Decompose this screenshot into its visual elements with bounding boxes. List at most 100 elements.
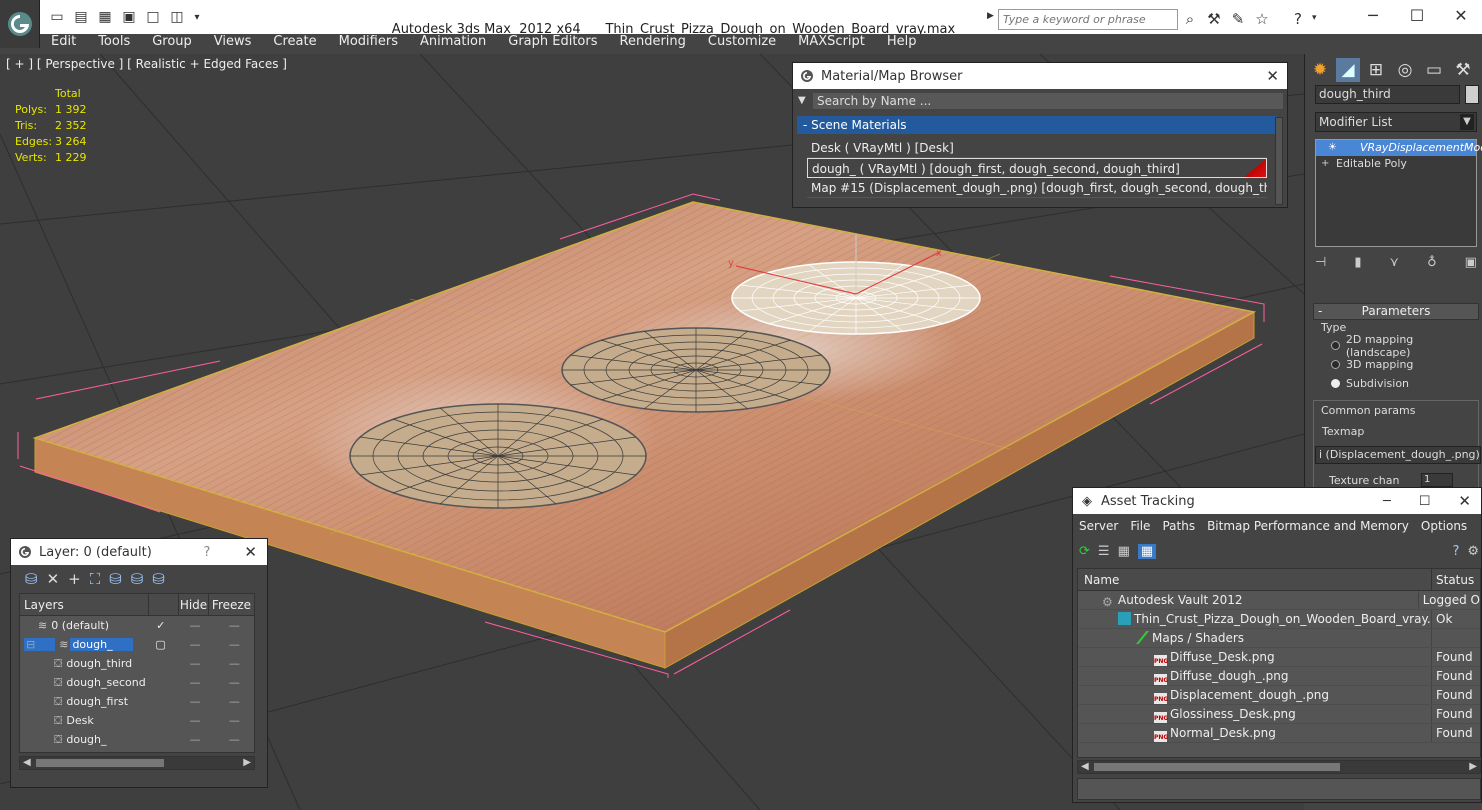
hide-toggle[interactable]: — bbox=[175, 635, 214, 654]
open-icon[interactable]: ▤ bbox=[72, 8, 90, 26]
object-row[interactable]: ⛋ dough_ — — bbox=[20, 730, 254, 749]
new-icon[interactable]: ▭ bbox=[48, 8, 66, 26]
column-name[interactable]: Name bbox=[1078, 569, 1432, 590]
menu-animation[interactable]: Animation bbox=[409, 34, 497, 51]
stack-item-editable-poly[interactable]: + Editable Poly bbox=[1316, 156, 1476, 172]
save-icon[interactable]: ▦ bbox=[96, 8, 114, 26]
menu-modifiers[interactable]: Modifiers bbox=[328, 34, 409, 51]
radio-button[interactable] bbox=[1331, 341, 1340, 350]
menu-edit[interactable]: Edit bbox=[40, 34, 87, 51]
close-icon[interactable]: ✕ bbox=[1266, 67, 1279, 85]
object-row[interactable]: ⛋ dough_second — — bbox=[20, 673, 254, 692]
layer-row[interactable]: ⊟ ≋ dough_ ▢ — — bbox=[20, 635, 254, 654]
table-view-icon[interactable]: ▦ bbox=[1137, 543, 1157, 559]
binoculars-icon[interactable]: ⌕ bbox=[1180, 9, 1200, 29]
menu-server[interactable]: Server bbox=[1073, 519, 1124, 533]
freeze-toggle[interactable]: — bbox=[215, 673, 254, 692]
pin-stack-icon[interactable]: ⊣ bbox=[1315, 255, 1326, 273]
lightbulb-icon[interactable]: ☀ bbox=[1328, 140, 1337, 156]
layer-horizontal-scrollbar[interactable]: ◀ ▶ bbox=[19, 756, 255, 770]
list-view-icon[interactable]: ☰ bbox=[1098, 544, 1110, 559]
texture-channel-spinner[interactable]: 1 bbox=[1421, 473, 1453, 487]
menu-customize[interactable]: Customize bbox=[697, 34, 787, 51]
material-row-desk[interactable]: Desk ( VRayMtl ) [Desk] bbox=[807, 138, 1267, 158]
layer-manager-titlebar[interactable]: Layer: 0 (default) ? ✕ bbox=[11, 539, 267, 565]
refresh-icon[interactable]: ⟳ bbox=[1079, 544, 1090, 559]
texmap-button[interactable]: i (Displacement_dough_.png) bbox=[1315, 446, 1481, 464]
asset-row[interactable]: PNG Diffuse_Desk.png Found bbox=[1078, 648, 1480, 667]
show-end-result-icon[interactable]: ▮ bbox=[1354, 255, 1361, 273]
menu-views[interactable]: Views bbox=[203, 34, 263, 51]
column-freeze[interactable]: Freeze bbox=[208, 594, 254, 615]
app-logo-icon[interactable] bbox=[0, 0, 40, 48]
undo-icon[interactable]: □ bbox=[144, 8, 162, 26]
communication-icon[interactable]: ✎ bbox=[1228, 9, 1248, 29]
close-icon[interactable]: ✕ bbox=[1446, 5, 1476, 25]
display-tab-icon[interactable]: ▭ bbox=[1422, 58, 1446, 82]
maximize-icon[interactable]: ☐ bbox=[1402, 5, 1432, 25]
hide-all-layers-icon[interactable]: ⛁ bbox=[131, 570, 144, 588]
hide-toggle[interactable]: — bbox=[176, 711, 215, 730]
menu-options[interactable]: Options bbox=[1415, 519, 1473, 533]
freeze-toggle[interactable]: — bbox=[215, 635, 254, 654]
set-current-layer-icon[interactable]: ▢ bbox=[146, 635, 175, 654]
menu-bitmap-performance[interactable]: Bitmap Performance and Memory bbox=[1201, 519, 1415, 533]
maximize-icon[interactable]: ☐ bbox=[1419, 494, 1431, 509]
material-browser-titlebar[interactable]: Material/Map Browser ✕ bbox=[793, 63, 1287, 89]
radio-button[interactable] bbox=[1331, 360, 1340, 369]
asset-row[interactable]: PNG Displacement_dough_.png Found bbox=[1078, 686, 1480, 705]
column-layers[interactable]: Layers bbox=[20, 594, 148, 615]
delete-layer-icon[interactable]: ✕ bbox=[47, 570, 60, 588]
object-row[interactable]: ⛋ dough_first — — bbox=[20, 692, 254, 711]
hide-toggle[interactable]: — bbox=[176, 654, 215, 673]
layer-row[interactable]: ≋ 0 (default) ✓ — — bbox=[20, 616, 254, 635]
material-row-map15[interactable]: Map #15 (Displacement_dough_.png) [dough… bbox=[807, 178, 1267, 198]
modifier-list-dropdown[interactable]: Modifier List ▼ bbox=[1315, 112, 1477, 132]
scroll-left-icon[interactable]: ◀ bbox=[23, 757, 31, 768]
menu-create[interactable]: Create bbox=[262, 34, 327, 51]
menu-graph-editors[interactable]: Graph Editors bbox=[497, 34, 608, 51]
freeze-toggle[interactable]: — bbox=[215, 730, 254, 749]
menu-group[interactable]: Group bbox=[141, 34, 203, 51]
modify-tab-icon[interactable]: ◢ bbox=[1336, 58, 1360, 82]
current-layer-check-icon[interactable]: ✓ bbox=[146, 616, 175, 635]
object-row[interactable]: ⛋ Desk — — bbox=[20, 711, 254, 730]
help-dropdown-icon[interactable]: ▾ bbox=[1312, 13, 1317, 23]
material-row-dough[interactable]: dough_ ( VRayMtl ) [dough_first, dough_s… bbox=[807, 158, 1267, 178]
freeze-all-layers-icon[interactable]: ⛁ bbox=[152, 570, 165, 588]
quick-access-dropdown-icon[interactable]: ▾ bbox=[188, 8, 206, 26]
settings-icon[interactable]: ⚙ bbox=[1467, 544, 1479, 559]
utilities-tab-icon[interactable]: ⚒ bbox=[1451, 58, 1475, 82]
freeze-toggle[interactable]: — bbox=[215, 616, 254, 635]
material-browser-scrollbar[interactable] bbox=[1275, 117, 1283, 205]
subscription-icon[interactable]: ⚒ bbox=[1204, 9, 1224, 29]
menu-help[interactable]: Help bbox=[876, 34, 928, 51]
scroll-left-icon[interactable]: ◀ bbox=[1081, 761, 1089, 772]
thumbnail-view-icon[interactable]: ▦ bbox=[1118, 544, 1130, 559]
stack-item-vray-displacement[interactable]: ☀ VRayDisplacementMod bbox=[1316, 140, 1482, 156]
redo-icon[interactable]: ◫ bbox=[168, 8, 186, 26]
radio-button-selected[interactable] bbox=[1331, 379, 1340, 388]
options-dropdown-icon[interactable]: ▼ bbox=[798, 95, 806, 106]
help-icon[interactable]: ? bbox=[204, 545, 211, 560]
menu-paths[interactable]: Paths bbox=[1156, 519, 1201, 533]
close-icon[interactable]: ✕ bbox=[1458, 492, 1471, 510]
remove-modifier-icon[interactable]: ♁ bbox=[1427, 255, 1437, 273]
motion-tab-icon[interactable]: ◎ bbox=[1393, 58, 1417, 82]
scene-materials-header[interactable]: - Scene Materials bbox=[797, 116, 1277, 134]
hold-icon[interactable]: ▣ bbox=[120, 8, 138, 26]
favorites-star-icon[interactable]: ☆ bbox=[1252, 9, 1272, 29]
asset-row[interactable]: Thin_Crust_Pizza_Dough_on_Wooden_Board_v… bbox=[1078, 610, 1480, 629]
close-icon[interactable]: ✕ bbox=[244, 543, 257, 561]
asset-row[interactable]: PNG Diffuse_dough_.png Found bbox=[1078, 667, 1480, 686]
asset-row[interactable]: PNG Glossiness_Desk.png Found bbox=[1078, 705, 1480, 724]
search-expand-icon[interactable]: ▶ bbox=[987, 11, 994, 21]
asset-row[interactable]: PNG Normal_Desk.png Found bbox=[1078, 724, 1480, 743]
create-layer-icon[interactable]: ⛁ bbox=[25, 570, 38, 588]
minimize-icon[interactable]: ─ bbox=[1358, 5, 1388, 25]
freeze-toggle[interactable]: — bbox=[215, 711, 254, 730]
radio-subdivision[interactable]: Subdivision bbox=[1313, 374, 1479, 393]
column-status[interactable]: Status bbox=[1432, 569, 1474, 590]
hierarchy-tab-icon[interactable]: ⊞ bbox=[1364, 58, 1388, 82]
hide-toggle[interactable]: — bbox=[176, 730, 215, 749]
